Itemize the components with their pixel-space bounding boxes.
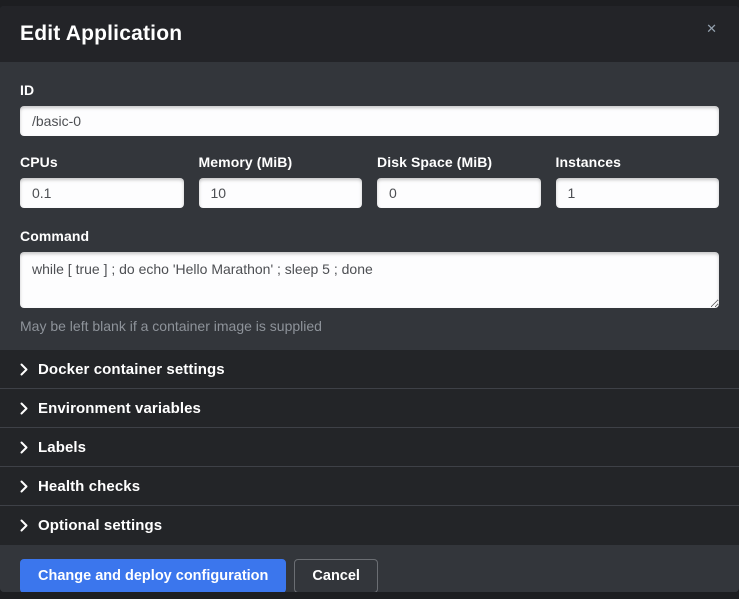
field-disk: Disk Space (MiB) bbox=[377, 154, 541, 208]
memory-input[interactable] bbox=[199, 178, 363, 208]
cancel-button[interactable]: Cancel bbox=[294, 559, 378, 592]
modal-title: Edit Application bbox=[20, 22, 182, 46]
close-icon[interactable]: ✕ bbox=[700, 18, 723, 39]
field-id: ID bbox=[20, 82, 719, 136]
field-memory: Memory (MiB) bbox=[199, 154, 363, 208]
disk-label: Disk Space (MiB) bbox=[377, 154, 541, 170]
modal-footer: Change and deploy configuration Cancel bbox=[0, 545, 739, 592]
accordion-sections: Docker container settings Environment va… bbox=[0, 350, 739, 545]
edit-application-modal: Edit Application ✕ ID CPUs Memory (MiB) … bbox=[0, 6, 739, 592]
section-health-checks[interactable]: Health checks bbox=[0, 467, 739, 506]
section-labels[interactable]: Labels bbox=[0, 428, 739, 467]
field-instances: Instances bbox=[556, 154, 720, 208]
section-label: Docker container settings bbox=[38, 361, 225, 378]
memory-label: Memory (MiB) bbox=[199, 154, 363, 170]
chevron-right-icon bbox=[20, 519, 29, 532]
section-optional-settings[interactable]: Optional settings bbox=[0, 506, 739, 545]
id-input[interactable] bbox=[20, 106, 719, 136]
modal-overlay: Edit Application ✕ ID CPUs Memory (MiB) … bbox=[0, 0, 739, 599]
chevron-right-icon bbox=[20, 441, 29, 454]
instances-label: Instances bbox=[556, 154, 720, 170]
section-label: Environment variables bbox=[38, 400, 201, 417]
section-label: Optional settings bbox=[38, 517, 162, 534]
section-environment-variables[interactable]: Environment variables bbox=[0, 389, 739, 428]
command-label: Command bbox=[20, 228, 719, 244]
section-docker-container-settings[interactable]: Docker container settings bbox=[0, 350, 739, 389]
command-help-text: May be left blank if a container image i… bbox=[20, 318, 719, 334]
id-label: ID bbox=[20, 82, 719, 98]
edit-application-form: ID CPUs Memory (MiB) Disk Space (MiB) In bbox=[0, 62, 739, 350]
cpus-label: CPUs bbox=[20, 154, 184, 170]
modal-header: Edit Application ✕ bbox=[0, 6, 739, 62]
command-textarea[interactable]: while [ true ] ; do echo 'Hello Marathon… bbox=[20, 252, 719, 308]
instances-input[interactable] bbox=[556, 178, 720, 208]
chevron-right-icon bbox=[20, 402, 29, 415]
resources-row: CPUs Memory (MiB) Disk Space (MiB) Insta… bbox=[20, 154, 719, 208]
chevron-right-icon bbox=[20, 363, 29, 376]
chevron-right-icon bbox=[20, 480, 29, 493]
cpus-input[interactable] bbox=[20, 178, 184, 208]
change-and-deploy-button[interactable]: Change and deploy configuration bbox=[20, 559, 286, 592]
field-cpus: CPUs bbox=[20, 154, 184, 208]
field-command: Command while [ true ] ; do echo 'Hello … bbox=[20, 228, 719, 334]
disk-input[interactable] bbox=[377, 178, 541, 208]
section-label: Health checks bbox=[38, 478, 140, 495]
section-label: Labels bbox=[38, 439, 86, 456]
